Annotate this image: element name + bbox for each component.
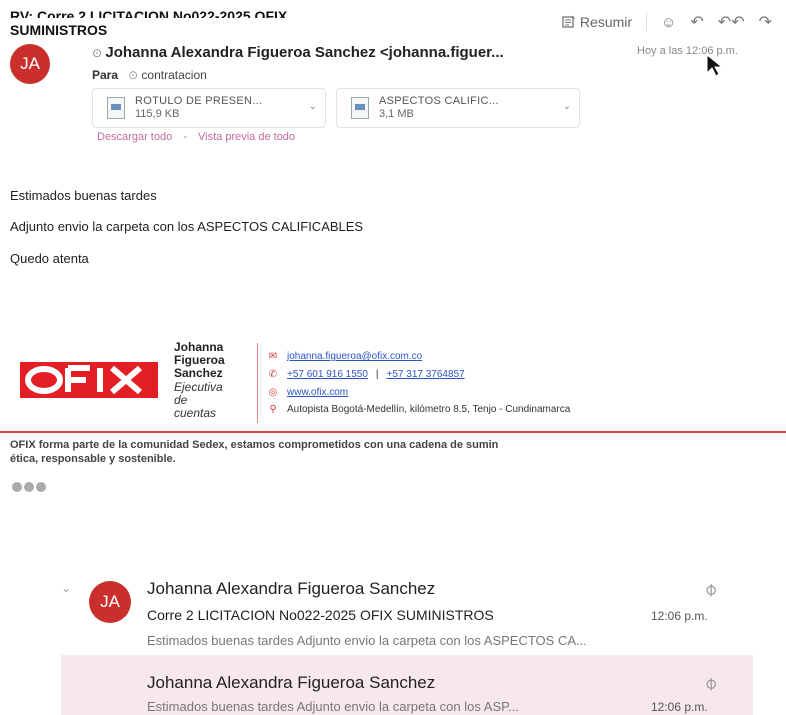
ofix-logo	[20, 362, 158, 398]
attachment-name: ASPECTOS CALIFIC...	[379, 95, 499, 107]
signature-phone1-link[interactable]: +57 601 916 1550	[287, 369, 368, 380]
signature-email-row: ✉ johanna.figueroa@ofix.com.co	[267, 351, 422, 362]
forward-icon[interactable]: ↷	[759, 12, 772, 32]
recipients-row: Para ⊙ contratacion	[92, 68, 207, 82]
signature-rule	[0, 431, 786, 433]
list-item[interactable]: Johanna Alexandra Figueroa Sanchez ⌀ Est…	[61, 655, 753, 715]
attachment-size: 115,9 KB	[135, 108, 180, 120]
attachment-size: 3,1 MB	[379, 108, 414, 120]
signature-phone2-link[interactable]: +57 317 3764857	[387, 369, 465, 380]
sedex-notice: OFIX forma parte de la comunidad Sedex, …	[10, 438, 498, 466]
mail-icon: ✉	[268, 351, 278, 362]
document-icon	[107, 97, 125, 119]
avatar: JA	[10, 44, 50, 84]
recipient-icon: ⊙	[128, 68, 142, 82]
sedex-line: OFIX forma parte de la comunidad Sedex, …	[10, 439, 499, 451]
phone-icon: ✆	[268, 369, 278, 380]
signature-name: Johanna Figueroa Sanchez	[174, 341, 225, 380]
attachment-name: ROTULO DE PRESEN...	[135, 95, 263, 107]
mouse-cursor-icon	[706, 54, 724, 77]
link-separator: -	[183, 131, 187, 143]
summarize-button[interactable]: Resumir	[562, 14, 632, 30]
attachment-meta: ROTULO DE PRESEN... 115,9 KB	[135, 95, 262, 121]
list-item-sender: Johanna Alexandra Figueroa Sanchez	[147, 673, 436, 692]
reply-all-icon[interactable]: ↶↶	[718, 12, 745, 32]
to-label: Para	[92, 68, 119, 82]
list-item-time: 12:06 p.m.	[651, 609, 708, 623]
body-line: Estimados buenas tardes	[10, 188, 157, 203]
body-line: Adjunto envio la carpeta con los ASPECTO…	[10, 219, 364, 234]
sender-display: Johanna Alexandra Figueroa Sanchez <joha…	[105, 44, 504, 61]
message-toolbar: Resumir ☺ ↶ ↶↶ ↷	[562, 12, 772, 32]
preview-all-link[interactable]: Vista previa de todo	[198, 131, 295, 143]
attachment-card[interactable]: ASPECTOS CALIFIC... 3,1 MB ⌄	[336, 88, 580, 128]
globe-icon: ◎	[268, 387, 278, 398]
list-item-sender: Johanna Alexandra Figueroa Sanchez	[147, 579, 436, 598]
attachment-card[interactable]: ROTULO DE PRESEN... 115,9 KB ⌄	[92, 88, 326, 128]
signature-website-link[interactable]: www.ofix.com	[287, 387, 348, 398]
social-icons	[12, 482, 46, 492]
attachment-actions: Descargar todo - Vista previa de todo	[97, 131, 295, 143]
list-item[interactable]: ⌄ JA Johanna Alexandra Figueroa Sanchez …	[61, 573, 753, 663]
summarize-label: Resumir	[579, 14, 633, 30]
attachment-meta: ASPECTOS CALIFIC... 3,1 MB	[379, 95, 499, 121]
instagram-icon[interactable]	[24, 482, 34, 492]
emoji-react-icon[interactable]: ☺	[661, 14, 676, 31]
sedex-line: ética, responsable y sostenible.	[10, 453, 176, 465]
signature-address-row: ⚲ Autopista Bogotá-Medellín, kilómetro 8…	[267, 404, 570, 415]
chevron-down-icon[interactable]: ⌄	[309, 101, 317, 112]
avatar-initials: JA	[100, 592, 120, 611]
paperclip-icon: ⌀	[699, 672, 721, 695]
signature-name-line: Sanchez	[174, 366, 223, 380]
body-line: Quedo atenta	[10, 251, 89, 266]
avatar-initials: JA	[20, 54, 40, 73]
email-subject: RV: Corre 2 LICITACION No022-2025 OFIX S…	[10, 9, 287, 38]
subject-partial-line: RV: Corre 2 LICITACION No022-2025 OFIX	[10, 9, 288, 18]
facebook-icon[interactable]	[12, 482, 22, 492]
phone-separator: |	[375, 369, 379, 380]
signature-web-row: ◎ www.ofix.com	[267, 387, 349, 398]
linkedin-icon[interactable]	[36, 482, 46, 492]
reply-icon[interactable]: ↶	[690, 12, 703, 32]
signature-role-line: cuentas	[174, 406, 217, 420]
toolbar-divider	[646, 13, 648, 31]
summarize-icon	[562, 15, 575, 28]
signature-address: Autopista Bogotá-Medellín, kilómetro 8.5…	[287, 404, 571, 415]
list-item-time: 12:06 p.m.	[651, 700, 708, 714]
subject-second-line: SUMINISTROS	[10, 22, 108, 38]
paperclip-icon: ⌀	[699, 578, 721, 601]
list-item-preview: Estimados buenas tardes Adjunto envio la…	[147, 699, 519, 714]
signature-role: Ejecutiva de cuentas	[174, 381, 223, 420]
signature-email-link[interactable]: johanna.figueroa@ofix.com.co	[287, 351, 422, 362]
chevron-down-icon[interactable]: ⌄	[61, 581, 71, 595]
list-item-subject: Corre 2 LICITACION No022-2025 OFIX SUMIN…	[147, 607, 494, 623]
document-icon	[351, 97, 369, 119]
sender-name[interactable]: ⊙ Johanna Alexandra Figueroa Sanchez <jo…	[92, 44, 504, 61]
signature-divider	[257, 343, 258, 423]
list-item-preview: Estimados buenas tardes Adjunto envio la…	[147, 633, 587, 648]
chevron-down-icon[interactable]: ⌄	[563, 101, 571, 112]
download-all-link[interactable]: Descargar todo	[97, 131, 172, 143]
avatar: JA	[89, 581, 131, 623]
sender-status-icon: ⊙	[92, 46, 106, 60]
signature-phone-row: ✆ +57 601 916 1550 | +57 317 3764857	[267, 369, 465, 380]
location-pin-icon: ⚲	[269, 404, 277, 415]
recipient-contratacion[interactable]: contratacion	[141, 68, 206, 82]
